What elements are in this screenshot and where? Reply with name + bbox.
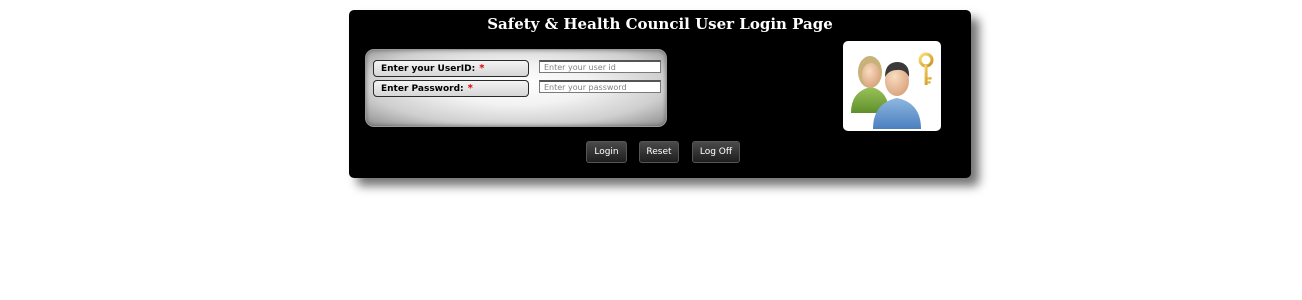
login-panel: Safety & Health Council User Login Page …	[349, 10, 971, 178]
userid-label-text: Enter your UserID:	[381, 64, 476, 74]
page-title: Safety & Health Council User Login Page	[487, 15, 833, 33]
password-label: Enter Password: *	[373, 80, 529, 97]
password-label-text: Enter Password:	[381, 84, 464, 94]
reset-button[interactable]: Reset	[639, 141, 679, 163]
password-input[interactable]	[539, 80, 661, 93]
users-with-key-icon	[851, 52, 934, 129]
login-form: Enter your UserID:* Enter Password:*	[365, 49, 667, 127]
users-key-image	[843, 41, 941, 131]
password-required-mark: *	[467, 83, 473, 94]
log-off-button[interactable]: Log Off	[692, 141, 740, 163]
userid-label: Enter your UserID: *	[373, 60, 529, 77]
userid-input[interactable]	[539, 60, 661, 73]
login-button[interactable]: Login	[586, 141, 627, 163]
userid-required-mark: *	[479, 63, 485, 74]
